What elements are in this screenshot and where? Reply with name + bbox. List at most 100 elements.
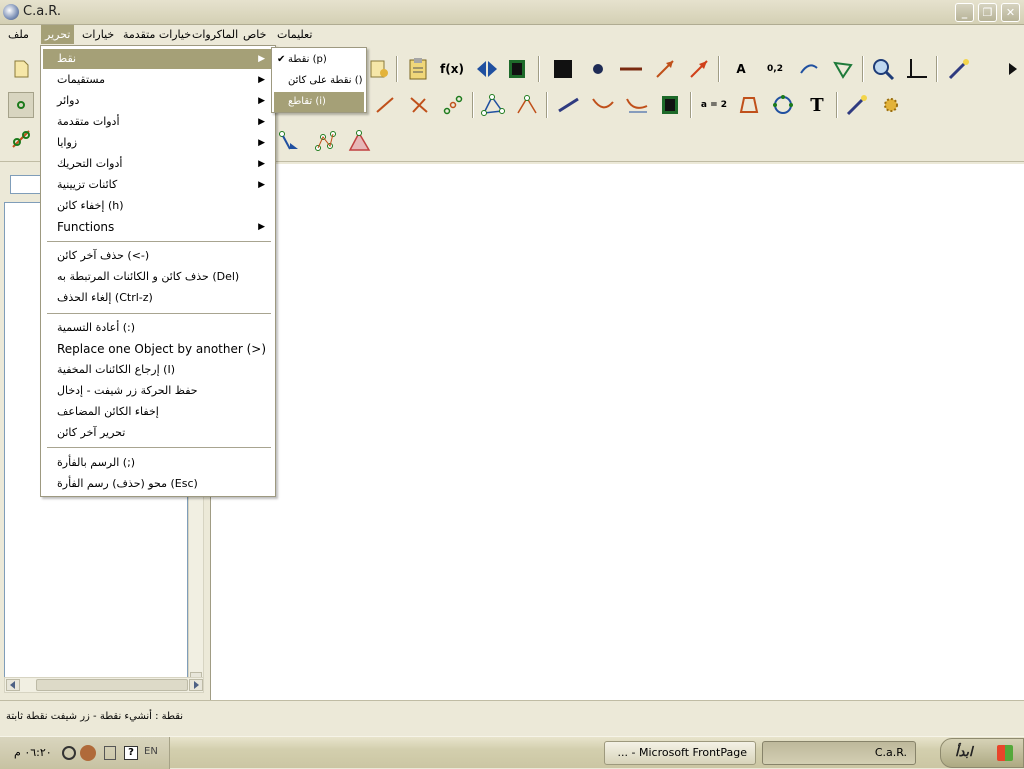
angle-points-icon[interactable] xyxy=(514,92,540,118)
task-car[interactable]: C.a.R. xyxy=(762,741,916,765)
ray-icon[interactable] xyxy=(556,92,582,118)
maximize-button[interactable]: ❐ xyxy=(978,3,997,22)
curve-2-icon[interactable] xyxy=(624,92,650,118)
toolbar-scroll-right-icon[interactable] xyxy=(1000,56,1024,82)
menu-item-label: إخفاء الكائن المضاعف xyxy=(57,405,159,418)
minimize-button[interactable]: _ xyxy=(955,3,974,22)
line-thickness-icon[interactable] xyxy=(618,56,644,82)
menu-options[interactable]: خيارات xyxy=(78,25,118,44)
dot-icon[interactable] xyxy=(585,56,611,82)
circle-polygon-icon[interactable] xyxy=(770,92,796,118)
menu-item-hide-duplicate[interactable]: إخفاء الكائن المضاعف xyxy=(43,402,273,422)
arc-icon[interactable] xyxy=(796,56,822,82)
menu-edit[interactable]: تحرير xyxy=(41,25,75,44)
menu-separator xyxy=(47,241,271,242)
magic-wand-icon[interactable] xyxy=(946,56,972,82)
reflect-icon[interactable] xyxy=(474,56,500,82)
menu-item-hide-object[interactable]: إخفاء كائن (h) xyxy=(43,196,273,216)
axes-icon[interactable] xyxy=(904,56,930,82)
midpoint-icon[interactable] xyxy=(440,92,466,118)
media-icon[interactable] xyxy=(80,745,96,761)
menu-item-delete-object[interactable]: حذف كائن و الكائنات المرتبطة به (Del) xyxy=(43,267,273,287)
menu-special[interactable]: خاص xyxy=(239,25,270,44)
task-frontpage[interactable]: Microsoft FrontPage - ... xyxy=(604,741,756,765)
gear-icon[interactable] xyxy=(878,92,904,118)
menu-item-label: حذف كائن و الكائنات المرتبطة به (Del) xyxy=(57,270,240,283)
menu-item-advanced-tools[interactable]: أدوات متقدمة ▶ xyxy=(43,112,273,132)
menu-item-delete-last[interactable]: حذف آخر كائن (<-) xyxy=(43,246,273,266)
scroll-left-icon[interactable] xyxy=(6,679,20,691)
help-icon[interactable]: ? xyxy=(124,746,138,760)
perpendicular-icon[interactable] xyxy=(406,92,432,118)
quadrilateral-icon[interactable] xyxy=(736,92,762,118)
film-2-icon[interactable] xyxy=(658,92,684,118)
zoom-icon[interactable] xyxy=(870,56,896,82)
point-tool-icon[interactable] xyxy=(8,92,34,118)
pen-icon[interactable] xyxy=(104,746,116,760)
film-icon[interactable] xyxy=(505,56,531,82)
menu-item-label: إرجاع الكائنات المخفية (I) xyxy=(57,363,175,376)
start-button[interactable]: ابدأ xyxy=(940,738,1024,768)
menu-item-label: دوائر xyxy=(57,94,80,107)
menu-item-label: حفظ الحركة زر شيفت - إدخال xyxy=(57,384,198,397)
globe-icon[interactable] xyxy=(62,746,76,760)
clock: ٠٦:٢٠ م xyxy=(14,746,52,759)
text-tool[interactable]: T xyxy=(804,92,830,118)
submenu-item-point-on-object[interactable]: نقطة على كائن () xyxy=(274,71,364,91)
menu-item-animation-tools[interactable]: أدوات التحريك ▶ xyxy=(43,154,273,174)
curve-icon[interactable] xyxy=(590,92,616,118)
scroll-right-icon[interactable] xyxy=(189,679,203,691)
submenu-arrow-icon: ▶ xyxy=(258,96,265,106)
black-square-icon[interactable] xyxy=(550,56,576,82)
menu-item-label: إلغاء الحذف (Ctrl-z) xyxy=(57,291,153,304)
drawing-canvas[interactable] xyxy=(210,164,1024,700)
reflect-points-icon[interactable] xyxy=(278,128,304,154)
expression-tool[interactable]: a = 2 xyxy=(698,92,730,118)
menu-item-label: إخفاء كائن (h) xyxy=(57,199,124,212)
segment-icon[interactable] xyxy=(372,92,398,118)
title-bar: C.a.R. _ ❐ ✕ xyxy=(0,0,1024,25)
menu-advanced-options[interactable]: خيارات متقدمة xyxy=(119,25,195,44)
settings-doc-icon[interactable] xyxy=(366,56,392,82)
toolbar-separator xyxy=(472,92,474,118)
menu-item-circles[interactable]: دوائر ▶ xyxy=(43,91,273,111)
menu-item-save-animation[interactable]: حفظ الحركة زر شيفت - إدخال xyxy=(43,381,273,401)
menu-item-restore-hidden[interactable]: إرجاع الكائنات المخفية (I) xyxy=(43,360,273,380)
number-format-tool[interactable]: 0,2 xyxy=(762,56,788,82)
menu-item-angles[interactable]: زوايا ▶ xyxy=(43,133,273,153)
menu-item-mouse-draw[interactable]: الرسم بالفأرة (;) xyxy=(43,453,273,473)
menu-item-decorative-objects[interactable]: كائنات تزيينية ▶ xyxy=(43,175,273,195)
menu-macros[interactable]: الماكروات xyxy=(188,25,242,44)
menu-item-lines[interactable]: مستقيمات ▶ xyxy=(43,70,273,90)
magic-wand-2-icon[interactable] xyxy=(844,92,870,118)
menu-item-label: كائنات تزيينية xyxy=(57,178,118,191)
new-file-icon[interactable] xyxy=(8,56,34,82)
menu-item-undo-delete[interactable]: إلغاء الحذف (Ctrl-z) xyxy=(43,288,273,308)
close-button[interactable]: ✕ xyxy=(1001,3,1020,22)
menu-item-label: أدوات التحريك xyxy=(57,157,123,170)
menu-item-replace-object[interactable]: Replace one Object by another (>) xyxy=(43,339,273,359)
points-path-icon[interactable] xyxy=(312,128,338,154)
function-tool[interactable]: f(x) xyxy=(439,56,465,82)
clipboard-icon[interactable] xyxy=(405,56,431,82)
menu-item-functions[interactable]: Functions ▶ xyxy=(43,217,273,237)
menu-help[interactable]: تعليمات xyxy=(273,25,316,44)
menu-item-rename[interactable]: أعادة التسمية (:) xyxy=(43,318,273,338)
arrow-vector-icon[interactable] xyxy=(686,56,712,82)
polygon-fill-icon[interactable] xyxy=(346,128,372,154)
horizontal-scrollbar[interactable] xyxy=(4,677,204,693)
line-point-icon[interactable] xyxy=(8,126,34,152)
triangle-icon[interactable] xyxy=(830,56,856,82)
submenu-item-point[interactable]: ✔ نقطة (p) xyxy=(274,50,364,70)
menu-item-points[interactable]: نقط ▶ xyxy=(43,49,273,69)
polygon-points-icon[interactable] xyxy=(480,92,506,118)
menu-file[interactable]: ملف xyxy=(4,25,33,44)
menu-item-erase-drawing[interactable]: محو (حذف) رسم الفأرة (Esc) xyxy=(43,474,273,494)
label-tool[interactable]: A xyxy=(728,56,754,82)
submenu-item-intersection[interactable]: تقاطع (i) xyxy=(274,92,364,112)
menu-item-edit-last[interactable]: تحرير آخر كائن xyxy=(43,423,273,443)
vector-icon[interactable] xyxy=(652,56,678,82)
language-indicator[interactable]: EN xyxy=(144,746,158,757)
menu-item-label: تحرير آخر كائن xyxy=(57,426,126,439)
scroll-thumb[interactable] xyxy=(36,679,188,691)
